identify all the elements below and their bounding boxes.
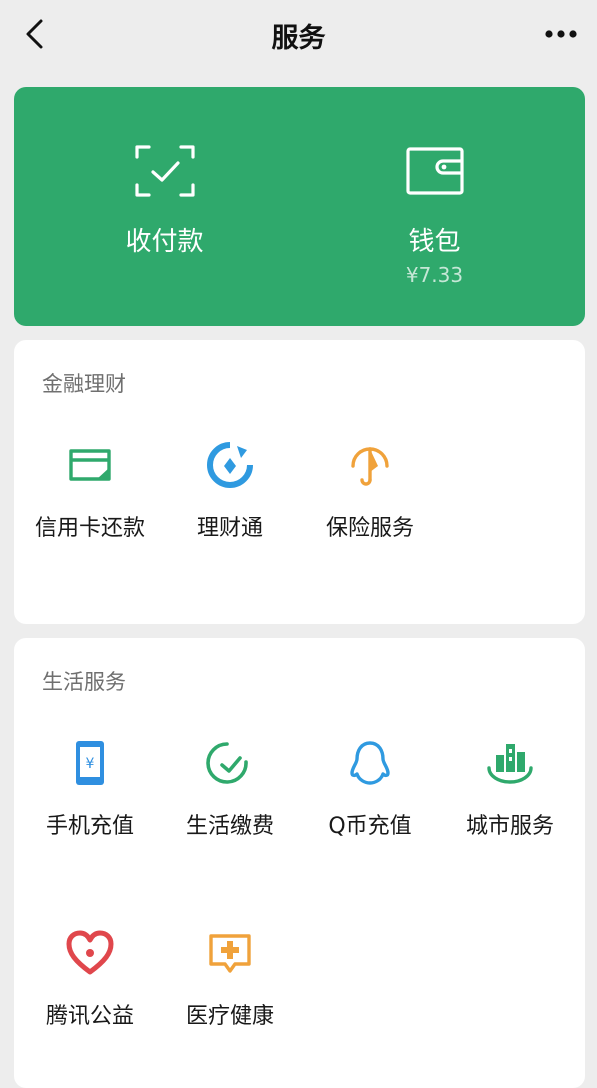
wallet-icon (405, 147, 464, 195)
qq-penguin-icon (350, 741, 390, 785)
receive-payment-button[interactable]: 收付款 (22, 87, 307, 326)
utility-payment-button[interactable]: 生活缴费 (159, 738, 301, 858)
tencent-charity-button[interactable]: 腾讯公益 (19, 928, 161, 1048)
tencent-charity-label: 腾讯公益 (45, 1004, 134, 1029)
receive-payment-label: 收付款 (125, 227, 204, 257)
medical-health-label: 医疗健康 (185, 1004, 274, 1029)
q-coin-topup-label: Q币充值 (328, 814, 412, 839)
top-nav-bar: 服务 (0, 0, 597, 72)
life-services-section-title: 生活服务 (42, 670, 126, 694)
insurance-service-button[interactable]: 保险服务 (299, 440, 441, 560)
medical-plus-icon (209, 934, 251, 973)
umbrella-icon (351, 447, 389, 486)
wealth-management-label: 理财通 (196, 516, 263, 541)
finance-section-title: 金融理财 (42, 372, 126, 396)
mobile-topup-button[interactable]: ¥ 手机充值 (19, 738, 161, 858)
scan-check-icon (134, 145, 195, 197)
wealth-management-button[interactable]: 理财通 (159, 440, 301, 560)
life-services-section: 生活服务 ¥ 手机充值 生活缴费 Q币充值 城市服务 腾讯公益 医疗健康 (14, 638, 585, 1088)
insurance-service-label: 保险服务 (325, 516, 414, 541)
page-title: 服务 (271, 23, 326, 54)
city-service-button[interactable]: 城市服务 (439, 738, 581, 858)
city-service-label: 城市服务 (465, 814, 554, 839)
utility-pay-icon (206, 742, 248, 784)
payment-wallet-card: 收付款 钱包 ¥7.33 (14, 87, 585, 326)
mobile-topup-label: 手机充值 (45, 814, 134, 839)
finance-section: 金融理财 信用卡还款 理财通 保险服务 (14, 340, 585, 624)
wallet-balance: ¥7.33 (405, 263, 464, 287)
city-buildings-icon (487, 744, 533, 784)
credit-card-repayment-label: 信用卡还款 (34, 516, 145, 541)
wallet-label: 钱包 (408, 227, 461, 257)
q-coin-topup-button[interactable]: Q币充值 (299, 738, 441, 858)
charity-heart-icon (66, 930, 114, 975)
medical-health-button[interactable]: 医疗健康 (159, 928, 301, 1048)
ellipsis-icon (545, 30, 577, 38)
credit-card-icon (69, 449, 111, 481)
wallet-button[interactable]: 钱包 ¥7.33 (292, 87, 577, 326)
mobile-topup-icon: ¥ (76, 741, 104, 785)
credit-card-repayment-button[interactable]: 信用卡还款 (19, 440, 161, 560)
svg-text:¥: ¥ (86, 756, 95, 772)
utility-payment-label: 生活缴费 (185, 814, 274, 839)
more-button[interactable] (541, 18, 581, 50)
wealth-icon (207, 442, 253, 488)
